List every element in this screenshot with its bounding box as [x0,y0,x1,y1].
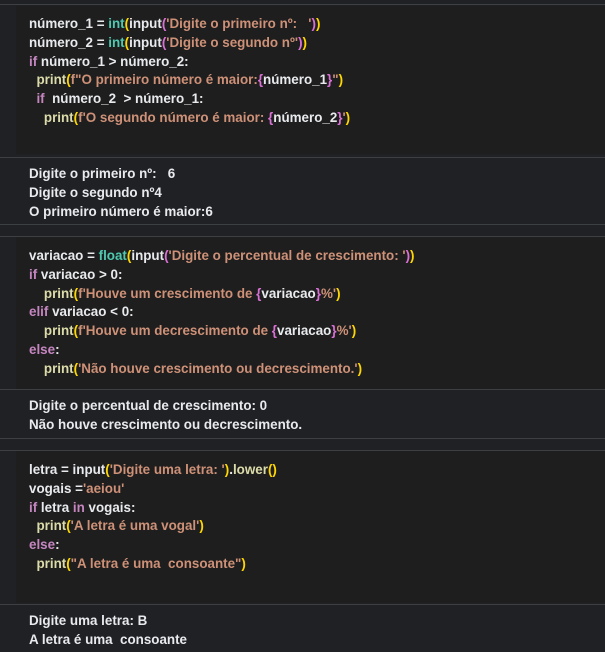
code-token: variacao = [29,248,99,263]
code-token: variacao < 0: [48,304,134,320]
code-line: else: [29,536,60,554]
code-token: ) [410,248,415,263]
code-token: int [108,34,125,50]
code-token: in [72,499,85,515]
code-token: número_2 = [29,34,109,50]
code-line: letra = input('Digite uma letra: ').lowe… [29,461,277,479]
code-token: else [29,342,56,357]
code-token: print [43,285,74,301]
code-token: número_2 [273,110,338,125]
code-token: número_1 > número_2: [37,53,189,69]
code-token: f'Houve um crescimento de [78,285,257,301]
output-line: O primeiro número é maior:6 [29,203,213,219]
code-line: número_2 = int(input('Digite o segundo n… [29,34,307,52]
code-token: : [55,537,60,553]
code-token: 'Digite o segundo nº' [166,34,299,50]
code-token: print [36,518,67,534]
code-token: lower [232,462,268,477]
code-token: input [129,34,162,50]
code-token: número_1 = [29,16,109,31]
code-line: print('A letra é uma vogal') [29,517,204,535]
code-token: variacao [277,323,332,339]
code-token: float [98,248,127,263]
output-line: Digite o primeiro nº: 6 [29,166,176,181]
code-token: vogais: [84,499,136,515]
code-token: : [55,342,60,357]
code-token: ) [357,360,363,376]
code-line: vogais ='aeiou' [29,480,124,498]
code-token: input [72,462,106,477]
code-line: número_1 = int(input('Digite o primeiro … [29,15,320,33]
code-token: 'Não houve crescimento ou decrescimento.… [78,360,358,376]
code-token: f"O primeiro número é maior: [70,72,258,88]
code-line: print(f'Houve um crescimento de {variaca… [29,285,341,303]
code-line: if letra in vogais: [29,499,135,517]
code-token: número_2 > número_1: [44,91,204,107]
code-token: %' [336,323,352,339]
output-line: Não houve crescimento ou decrescimento. [29,416,303,432]
output-line: Digite uma letra: B [29,613,148,628]
code-token: () [267,462,277,477]
code-token: print [43,323,74,339]
code-token: elif [29,304,49,320]
code-token: ) [199,518,204,534]
code-token: 'Digite uma letra: ' [109,462,225,477]
code-token: %' [320,285,337,301]
code-token: 'Digite o percentual de crescimento: ' [168,248,406,263]
code-token: f'Houve um decrescimento de [78,323,272,339]
divider [0,438,605,439]
code-line: if variacao > 0: [29,266,122,284]
code-token: vogais = [29,480,83,496]
code-token: print [43,360,74,376]
code-token: ) [302,34,307,50]
code-token: if [29,499,38,515]
code-line: print(f'Houve um decrescimento de {varia… [29,322,356,340]
divider [0,224,605,225]
code-line: else: [29,341,60,359]
code-token: if [36,91,45,107]
code-line: if número_2 > número_1: [29,90,204,108]
code-token: ) [351,323,357,339]
code-line: print("A letra é uma consoante") [29,555,246,573]
code-token: ) [338,72,344,88]
code-token: print [36,72,67,88]
code-token: ) [345,110,351,125]
code-line: print(f'O segundo número é maior: {númer… [29,109,350,127]
output-line: Digite o percentual de crescimento: 0 [29,398,268,413]
code-token: if [29,53,38,69]
divider [0,4,605,5]
code-token: else [29,537,56,553]
code-token: input [129,16,162,31]
code-token: variacao [261,285,316,301]
code-token: input [131,248,165,263]
code-token: ) [315,16,321,31]
code-token: letra [37,499,73,515]
code-token: 'aeiou' [82,480,125,496]
code-token: f'O segundo número é maior: [78,110,269,125]
code-token: ) [336,285,341,301]
code-token: 'A letra é uma vogal' [70,518,200,534]
code-token: letra = [29,462,73,477]
code-line: variacao = float(input('Digite o percent… [29,247,415,265]
code-line: print(f"O primeiro número é maior:{númer… [29,71,343,89]
code-token: número_1 [263,72,328,88]
code-line: elif variacao < 0: [29,303,134,321]
code-token: ) [241,556,246,571]
output-line: A letra é uma consoante [29,631,188,647]
code-token: 'Digite o primeiro nº: ' [166,16,312,31]
code-token: print [36,556,67,571]
code-token: int [108,16,125,31]
code-token: if [29,266,38,282]
code-token: print [43,110,74,125]
output-line: Digite o segundo nº4 [29,184,162,200]
code-token: variacao > 0: [37,266,123,282]
code-token: "A letra é uma consoante" [70,556,242,571]
code-line: if número_1 > número_2: [29,53,189,71]
code-line: print('Não houve crescimento ou decresci… [29,360,362,378]
